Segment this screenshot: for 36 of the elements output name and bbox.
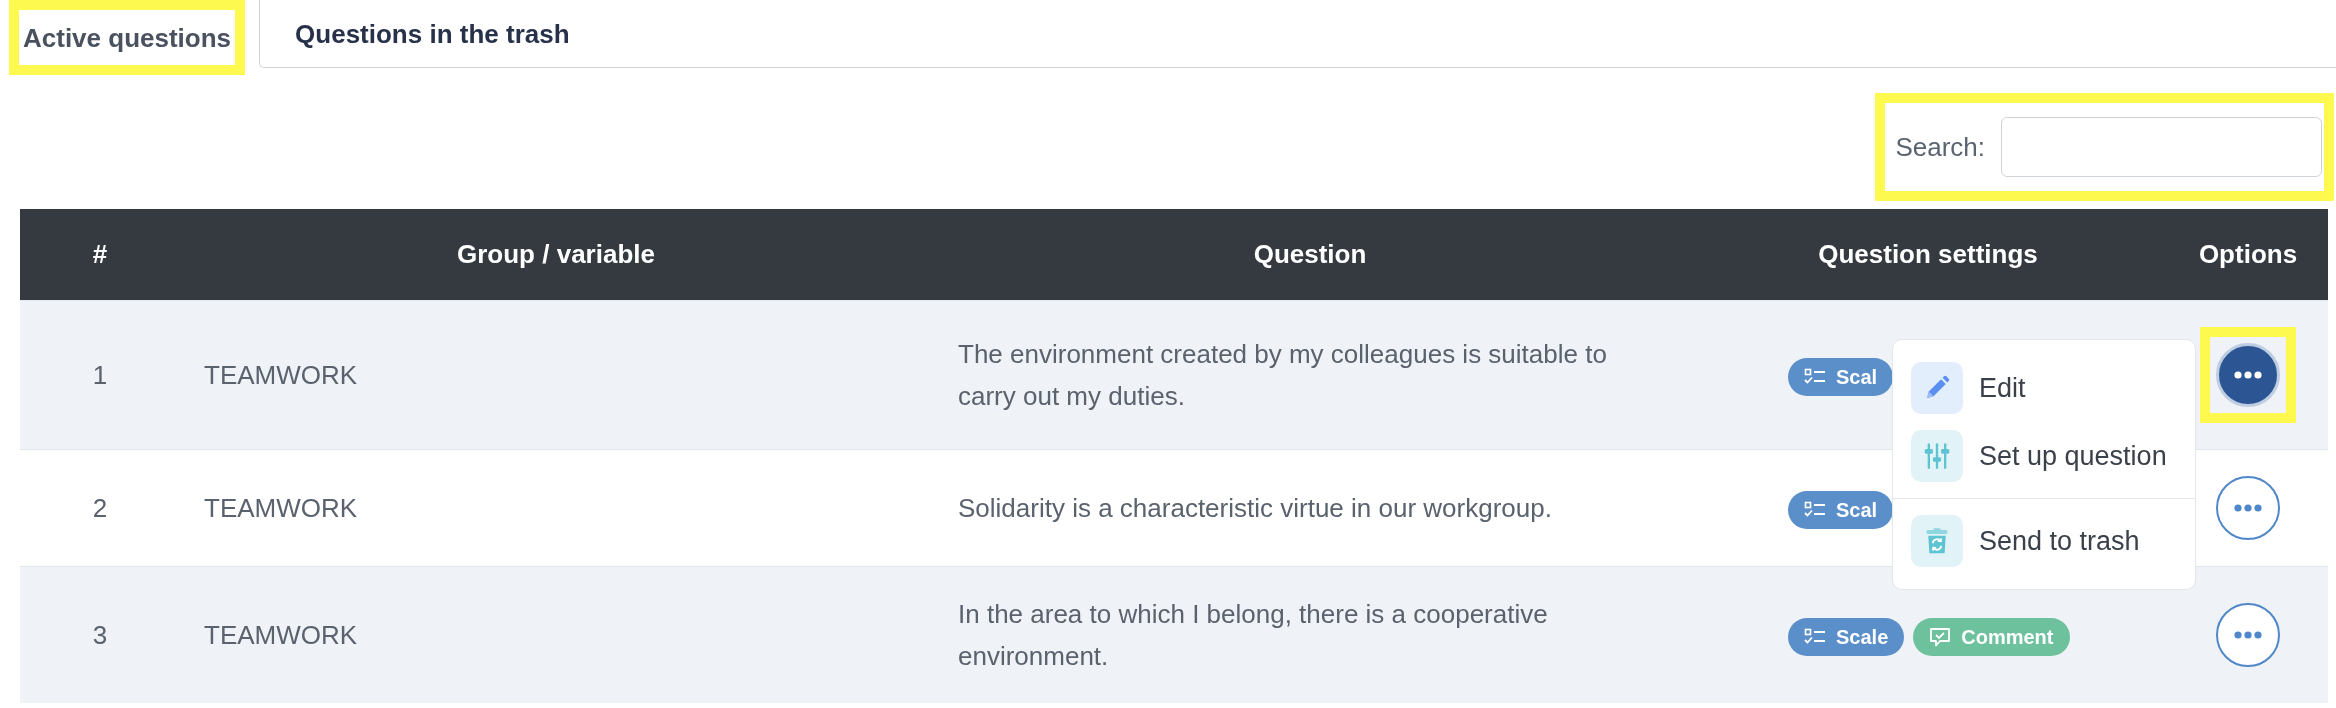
column-header: # bbox=[20, 209, 180, 301]
ellipsis-icon bbox=[2234, 504, 2262, 512]
speech-bubble-icon bbox=[1929, 627, 1952, 648]
row-number: 2 bbox=[20, 449, 180, 567]
search-label: Search: bbox=[1895, 130, 1985, 164]
tag-label: Scale bbox=[1836, 627, 1889, 648]
search-field[interactable] bbox=[2001, 117, 2322, 177]
options-button[interactable] bbox=[2216, 603, 2280, 667]
row-number: 1 bbox=[20, 300, 180, 450]
table-cell: In the area to which I belong, there is a cooperative environment. bbox=[932, 566, 1688, 703]
sliders-icon bbox=[1911, 430, 1963, 482]
tag-label: Scal bbox=[1836, 367, 1878, 388]
table-cell: The environment created by my colleagues is suitable to carry out my duties. bbox=[932, 300, 1688, 450]
trash-icon bbox=[1911, 515, 1963, 567]
tag-label: Scal bbox=[1836, 500, 1878, 521]
menu-item[interactable]: Edit bbox=[1893, 354, 2195, 422]
table-cell: TEAMWORK bbox=[180, 566, 932, 703]
checklist-icon bbox=[1804, 368, 1826, 387]
column-header: Question bbox=[932, 209, 1688, 301]
menu-item[interactable]: Set up question bbox=[1893, 422, 2195, 490]
tab[interactable]: Questions in the trash bbox=[259, 0, 605, 68]
options-button[interactable] bbox=[2216, 476, 2280, 540]
ellipsis-icon bbox=[2234, 371, 2262, 379]
table-cell: TEAMWORK bbox=[180, 300, 932, 450]
column-header: Options bbox=[2168, 209, 2328, 301]
tag-label: Comment bbox=[1961, 627, 2054, 648]
row-number: 3 bbox=[20, 566, 180, 703]
ellipsis-icon bbox=[2234, 631, 2262, 639]
table-cell: TEAMWORK bbox=[180, 449, 932, 567]
table-cell: Solidarity is a characteristic virtue in our workgroup. bbox=[932, 449, 1688, 567]
checklist-icon bbox=[1804, 501, 1826, 520]
checklist-icon bbox=[1804, 628, 1826, 647]
column-header: Question settings bbox=[1688, 209, 2168, 301]
menu-item[interactable]: Send to trash bbox=[1893, 507, 2195, 575]
column-header: Group / variable bbox=[180, 209, 932, 301]
pencil-icon bbox=[1911, 362, 1963, 414]
